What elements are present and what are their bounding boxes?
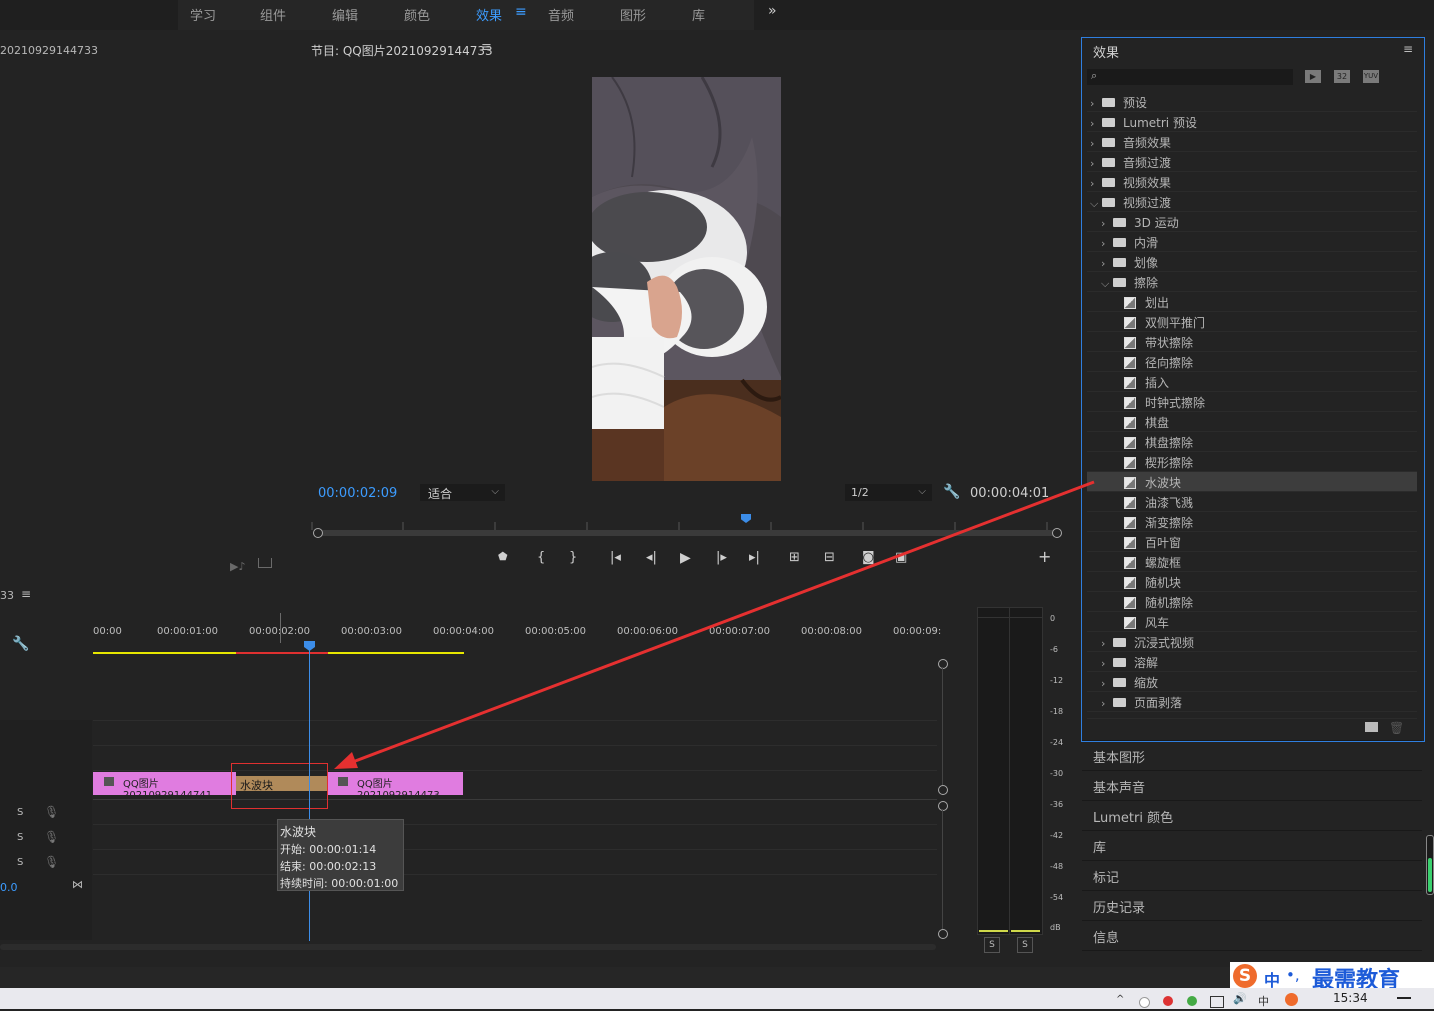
sogou-tray-icon[interactable] [1285,993,1298,1006]
tray-icon[interactable] [1187,996,1197,1006]
tray-icon[interactable] [1163,996,1173,1006]
display-icon[interactable] [1210,996,1224,1008]
punctuation-icon: •, [1286,966,1300,984]
volume-icon[interactable]: 🔊 [1233,992,1247,1005]
sogou-logo-icon: S [1233,964,1257,988]
ime-icon[interactable]: 中 [1258,993,1269,1009]
clock-time[interactable]: 15:34 [1333,991,1368,1005]
chevron-up-icon[interactable]: ^ [1116,994,1124,1005]
annotation-arrow [334,480,1095,769]
status-bar [0,967,1434,988]
taskbar: ^ 🔊 中 15:34 [0,988,1434,1011]
tray-icon[interactable] [1139,997,1150,1008]
